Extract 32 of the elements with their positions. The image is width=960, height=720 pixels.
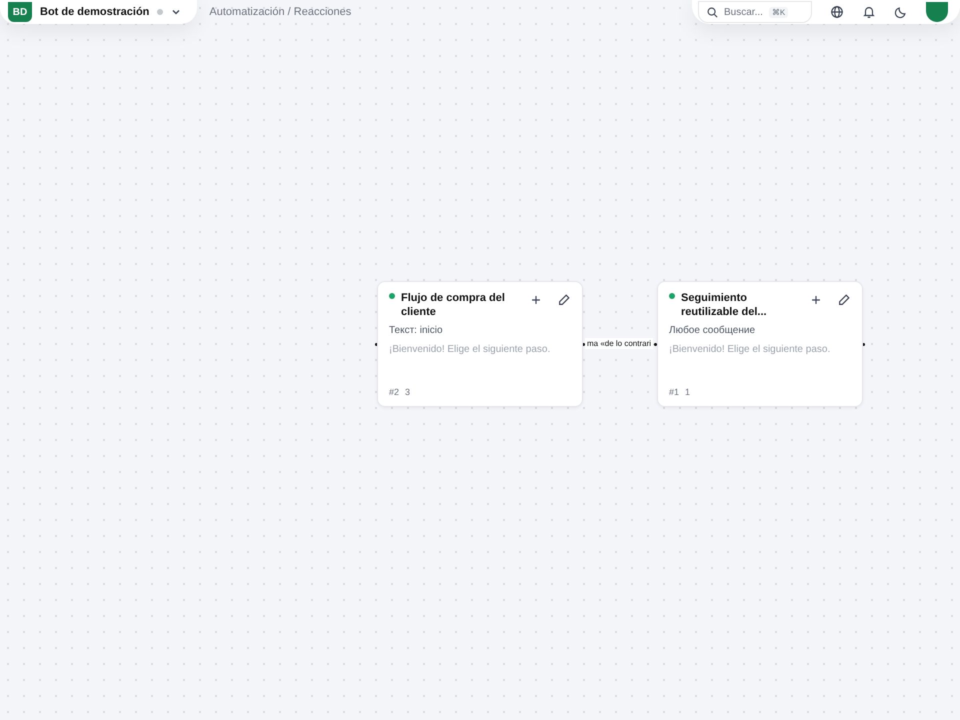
node-trigger: Любое сообщение	[669, 325, 756, 336]
search-placeholder: Buscar...	[724, 6, 763, 18]
add-button[interactable]	[809, 293, 823, 307]
workspace-name: Bot de demostración	[40, 6, 150, 18]
edit-button[interactable]	[557, 293, 571, 307]
search-field[interactable]: Buscar... ⌘K	[698, 1, 812, 23]
workspace-switcher[interactable]: BD Bot de demostración	[0, 0, 198, 24]
node-title: Seguimiento reutilizable del...	[681, 291, 768, 319]
node-message: ¡Bienvenido! Elige el siguiente paso.	[389, 344, 552, 355]
user-avatar[interactable]	[926, 2, 948, 22]
flow-node-card[interactable]: Seguimiento reutilizable del... Любое сообщение ¡Bienvenido! Elige el siguiente paso. #1 1	[657, 281, 863, 407]
chevron-down-icon	[171, 7, 182, 17]
node-id: #1	[669, 387, 680, 397]
edit-button[interactable]	[837, 293, 851, 307]
node-count: 1	[685, 387, 690, 397]
add-button[interactable]	[529, 293, 543, 307]
node-message: ¡Bienvenido! Elige el siguiente paso.	[669, 344, 832, 355]
bell-icon[interactable]	[862, 5, 876, 19]
status-dot-icon	[157, 9, 164, 15]
edge-label: ma «de lo contrari	[585, 338, 654, 349]
node-title: Flujo de compra del cliente	[401, 291, 506, 319]
connector-dot-icon	[654, 343, 657, 346]
search-icon	[707, 6, 718, 18]
shortcut-hint: ⌘K	[768, 6, 788, 18]
flow-node-card[interactable]: Flujo de compra del cliente Текст: inicio ¡Bienvenido! Elige el siguiente paso. #2 3	[377, 281, 583, 407]
breadcrumb: Automatización / Reacciones	[209, 6, 352, 18]
workspace-avatar: BD	[8, 2, 32, 22]
globe-icon[interactable]	[830, 5, 844, 19]
node-trigger: Текст: inicio	[389, 325, 444, 336]
node-id: #2	[389, 387, 400, 397]
moon-icon[interactable]	[894, 5, 908, 19]
node-count: 3	[405, 387, 410, 397]
